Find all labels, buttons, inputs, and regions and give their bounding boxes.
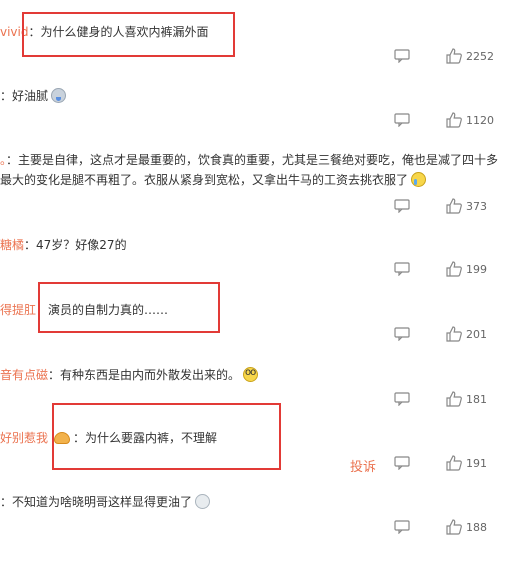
comment-text: 主要是自律，这点才是最重要的，饮食真的重要，尤其是三餐绝对要吃，俺也是减了四十多 <box>18 153 499 167</box>
comment-username[interactable]: 得提肛 <box>0 303 36 317</box>
separator: ： <box>24 238 37 252</box>
thumbs-up-icon[interactable] <box>446 198 462 214</box>
separator: ： <box>6 153 19 167</box>
comment-line: 糖橘：47岁？好像27的 <box>0 237 127 253</box>
comment-line: 最大的变化是腿不再粗了。衣服从紧身到宽松，又拿出牛马的工资去挑衣服了 <box>0 172 427 188</box>
comment-reply-icon[interactable] <box>394 262 410 276</box>
highlight-box <box>22 12 235 57</box>
comment-username[interactable]: 音有点磁 <box>0 368 48 382</box>
thumbs-up-icon[interactable] <box>446 48 462 64</box>
thumbs-up-icon[interactable] <box>446 261 462 277</box>
highlight-box <box>52 403 281 470</box>
like-count: 2252 <box>466 50 494 63</box>
like-count: 201 <box>466 328 487 341</box>
like-count: 181 <box>466 393 487 406</box>
comment-text: 好油腻 <box>12 89 49 103</box>
highlight-box <box>38 282 220 333</box>
like-count: 188 <box>466 521 487 534</box>
comment-actions: 1120 <box>0 112 516 131</box>
comment-username[interactable]: 糖橘 <box>0 238 24 252</box>
separator: ： <box>0 495 13 509</box>
comment-text: 47岁？好像27的 <box>36 238 127 252</box>
sick-emoji-icon <box>195 494 211 509</box>
thumbs-up-icon[interactable] <box>446 455 462 471</box>
comment-reply-icon[interactable] <box>394 456 410 470</box>
separator: ： <box>48 368 61 382</box>
comment-reply-icon[interactable] <box>394 199 410 213</box>
comment-reply-icon[interactable] <box>394 49 410 63</box>
comment-username[interactable]: 好别惹我 <box>0 431 48 445</box>
thumbs-up-icon[interactable] <box>446 391 462 407</box>
comment-reply-icon[interactable] <box>394 392 410 406</box>
cry-emoji-icon <box>411 172 427 187</box>
separator: ： <box>0 89 13 103</box>
comment-text: 有种东西是由内而外散发出来的。 <box>60 368 241 382</box>
comment-reply-icon[interactable] <box>394 327 410 341</box>
comment-text-continued: 最大的变化是腿不再粗了。衣服从紧身到宽松，又拿出牛马的工资去挑衣服了 <box>0 173 409 187</box>
like-count: 199 <box>466 263 487 276</box>
comment-line: 。：主要是自律，这点才是最重要的，饮食真的重要，尤其是三餐绝对要吃，俺也是减了四… <box>0 152 498 168</box>
thumbs-up-icon[interactable] <box>446 519 462 535</box>
like-count: 373 <box>466 200 487 213</box>
comment-line: ：好油腻 <box>0 88 67 104</box>
comment-reply-icon[interactable] <box>394 113 410 127</box>
thumbs-up-icon[interactable] <box>446 326 462 342</box>
like-count: 191 <box>466 457 487 470</box>
like-count: 1120 <box>466 114 494 127</box>
thumbs-up-icon[interactable] <box>446 112 462 128</box>
glasses-emoji-icon <box>243 367 259 382</box>
comment-reply-icon[interactable] <box>394 520 410 534</box>
drool-emoji-icon <box>51 88 67 103</box>
comment-actions: 199 <box>0 261 516 280</box>
comment-line: 音有点磁：有种东西是由内而外散发出来的。 <box>0 367 259 383</box>
comment-actions: 373 <box>0 198 516 217</box>
report-button[interactable]: 投诉 <box>350 456 376 475</box>
comment-text: 不知道为啥晓明哥这样显得更油了 <box>12 495 193 509</box>
comment-actions: 188 <box>0 519 516 538</box>
comment-line: ：不知道为啥晓明哥这样显得更油了 <box>0 494 211 510</box>
